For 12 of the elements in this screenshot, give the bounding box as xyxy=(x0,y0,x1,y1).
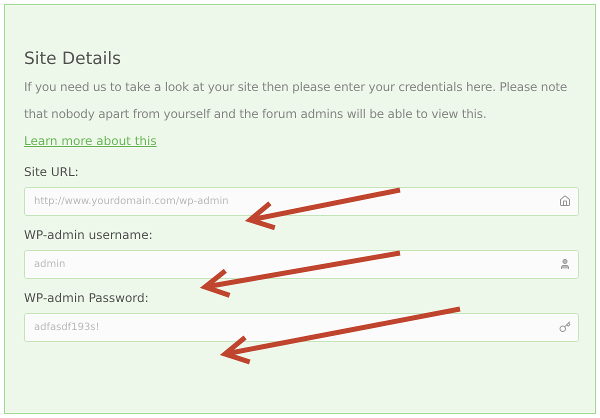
key-icon xyxy=(559,321,571,333)
description: If you need us to take a look at your site then please enter your credentials here. Please note that nobody apart from yourself and the forum admins will be able to view this. xyxy=(24,79,568,123)
user-icon xyxy=(559,258,571,270)
input-field[interactable]: http://www.yourdomain.com/wp-admin xyxy=(24,187,579,216)
house-icon xyxy=(559,195,571,207)
field-label: WP-admin Password: xyxy=(24,290,150,307)
input-field[interactable]: adfasdf193s! xyxy=(24,313,579,342)
learn-more-link[interactable]: Learn more about this xyxy=(24,132,157,150)
input-field[interactable]: admin xyxy=(24,250,579,279)
field-label: WP-admin username: xyxy=(24,227,154,244)
field-label: Site URL: xyxy=(24,164,80,181)
section-title: Site Details xyxy=(24,48,122,71)
